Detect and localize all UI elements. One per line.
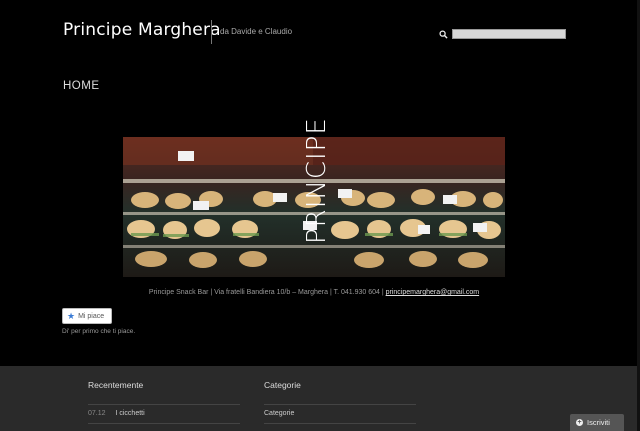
recent-divider — [88, 404, 240, 405]
footer-widgets — [0, 366, 640, 431]
contact-text: Principe Snack Bar | Via fratelli Bandie… — [148, 289, 384, 296]
categories-divider — [264, 423, 416, 424]
recent-item-date: 07.12 — [88, 410, 106, 417]
categories-divider — [264, 404, 416, 405]
like-hint: Di' per primo che ti piace. — [62, 328, 136, 335]
like-button[interactable]: ★ Mi piace — [62, 308, 112, 324]
recent-item-title: I cicchetti — [115, 410, 145, 417]
subscribe-label: Iscriviti — [587, 418, 610, 427]
recent-item[interactable]: 07.12 I cicchetti — [88, 410, 145, 417]
email-link[interactable]: principemarghera@gmail.com — [386, 289, 479, 296]
like-label: Mi piace — [78, 312, 105, 320]
subscribe-button[interactable]: + Iscriviti — [570, 414, 624, 431]
search-icon — [439, 30, 448, 39]
title-divider — [211, 20, 212, 44]
recent-divider — [88, 423, 240, 424]
star-icon: ★ — [67, 310, 76, 321]
site-title[interactable]: Principe Marghera — [63, 20, 221, 40]
contact-info: Principe Snack Bar | Via fratelli Bandie… — [123, 289, 505, 296]
nav-home-link[interactable]: HOME — [63, 80, 100, 92]
plus-icon: + — [576, 419, 583, 426]
principe-logo: PRINCIPE — [302, 117, 332, 244]
site-tagline: da Davide e Claudio — [220, 27, 293, 36]
svg-text:PRINCIPE: PRINCIPE — [302, 117, 332, 244]
search-input[interactable] — [452, 29, 566, 39]
recent-widget-title: Recentemente — [88, 380, 144, 390]
categories-widget-title: Categorie — [264, 380, 301, 390]
category-item[interactable]: Categorie — [264, 410, 294, 417]
